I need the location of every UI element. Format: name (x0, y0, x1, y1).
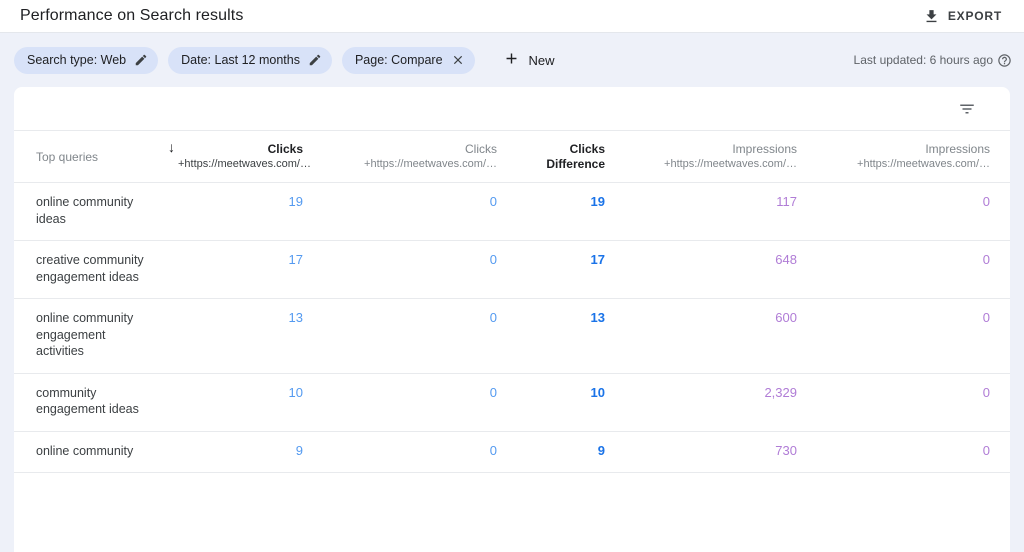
export-label: EXPORT (947, 9, 1002, 23)
impressions-b-cell: 0 (817, 298, 1010, 374)
new-filter-button[interactable]: New (497, 46, 561, 74)
query-cell[interactable]: online community ideas (14, 182, 170, 241)
column-header-impressions-page-a[interactable]: Impressions +https://meetwaves.com/… (625, 131, 817, 183)
column-label: Clicks (267, 142, 303, 156)
sort-descending-icon[interactable]: ↓ (168, 140, 175, 155)
clicks-difference-cell: 10 (517, 373, 625, 432)
query-cell[interactable]: community engagement ideas (14, 373, 170, 432)
filter-chip-page[interactable]: Page: Compare (341, 46, 475, 74)
clicks-b-cell: 0 (323, 298, 517, 374)
clicks-a-cell: 17 (170, 240, 323, 299)
queries-table: Top queries ↓ Clicks +https://meetwaves.… (14, 131, 1010, 473)
last-updated-text: Last updated: 6 hours ago (853, 53, 993, 67)
column-sublabel: +https://meetwaves.com/… (664, 158, 797, 170)
last-updated: Last updated: 6 hours ago (854, 53, 1012, 68)
results-table-card: Top queries ↓ Clicks +https://meetwaves.… (14, 87, 1010, 552)
clicks-b-cell: 0 (323, 431, 517, 473)
impressions-b-cell: 0 (817, 431, 1010, 473)
clicks-b-cell: 0 (323, 373, 517, 432)
column-sublabel: +https://meetwaves.com/… (857, 158, 990, 170)
column-header-impressions-page-b[interactable]: Impressions +https://meetwaves.com/… (817, 131, 1010, 183)
column-label: Clicks (569, 142, 605, 156)
filter-chip-date[interactable]: Date: Last 12 months (168, 46, 332, 74)
column-sublabel: +https://meetwaves.com/… (364, 158, 497, 170)
clicks-b-cell: 0 (323, 182, 517, 241)
column-label: Clicks (465, 142, 497, 156)
column-sublabel: +https://meetwaves.com/… (178, 158, 311, 170)
query-cell[interactable]: online community engagement activities (14, 298, 170, 374)
clicks-a-cell: 10 (170, 373, 323, 432)
clicks-b-cell: 0 (323, 240, 517, 299)
download-icon (923, 8, 940, 25)
impressions-a-cell: 730 (625, 431, 817, 473)
column-label: Impressions (925, 142, 990, 156)
impressions-b-cell: 0 (817, 182, 1010, 241)
clicks-difference-cell: 17 (517, 240, 625, 299)
clicks-a-cell: 19 (170, 182, 323, 241)
chip-label: Page: Compare (354, 53, 443, 67)
page-title: Performance on Search results (20, 7, 244, 24)
column-label: Top queries (36, 149, 99, 164)
query-cell[interactable]: online community (14, 431, 170, 473)
clicks-difference-cell: 13 (517, 298, 625, 374)
filter-list-icon[interactable] (954, 96, 980, 122)
filter-chip-search-type[interactable]: Search type: Web (14, 46, 159, 74)
impressions-a-cell: 648 (625, 240, 817, 299)
plus-icon (503, 50, 520, 70)
column-header-top-queries[interactable]: Top queries (14, 131, 170, 183)
export-button[interactable]: EXPORT (921, 4, 1004, 29)
chip-label: Date: Last 12 months (181, 53, 300, 67)
impressions-b-cell: 0 (817, 240, 1010, 299)
clicks-a-cell: 13 (170, 298, 323, 374)
column-header-clicks-difference[interactable]: Clicks Difference (517, 131, 625, 183)
clicks-difference-cell: 19 (517, 182, 625, 241)
column-header-clicks-page-a[interactable]: ↓ Clicks +https://meetwaves.com/… (168, 131, 323, 183)
top-bar: Performance on Search results EXPORT (0, 0, 1024, 33)
table-row: community engagement ideas 10 0 10 2,329… (14, 373, 1010, 432)
filter-bar: Search type: Web Date: Last 12 months Pa… (0, 33, 1024, 87)
column-header-clicks-page-b[interactable]: Clicks +https://meetwaves.com/… (323, 131, 517, 183)
table-row: online community 9 0 9 730 0 (14, 431, 1010, 473)
close-icon[interactable] (451, 53, 465, 67)
column-sublabel: Difference (546, 157, 605, 171)
edit-icon[interactable] (134, 53, 148, 67)
chip-label: Search type: Web (27, 53, 127, 67)
help-icon[interactable] (997, 53, 1012, 68)
impressions-a-cell: 117 (625, 182, 817, 241)
filter-chips: Search type: Web Date: Last 12 months Pa… (14, 46, 561, 74)
impressions-a-cell: 2,329 (625, 373, 817, 432)
query-cell[interactable]: creative community engagement ideas (14, 240, 170, 299)
new-label: New (528, 52, 555, 68)
impressions-a-cell: 600 (625, 298, 817, 374)
clicks-difference-cell: 9 (517, 431, 625, 473)
table-toolbar (14, 87, 1010, 131)
table-row: creative community engagement ideas 17 0… (14, 240, 1010, 299)
table-row: online community engagement activities 1… (14, 298, 1010, 374)
impressions-b-cell: 0 (817, 373, 1010, 432)
table-row: online community ideas 19 0 19 117 0 (14, 182, 1010, 241)
edit-icon[interactable] (308, 53, 322, 67)
table-header-row: Top queries ↓ Clicks +https://meetwaves.… (14, 131, 1010, 183)
clicks-a-cell: 9 (170, 431, 323, 473)
column-label: Impressions (732, 142, 797, 156)
